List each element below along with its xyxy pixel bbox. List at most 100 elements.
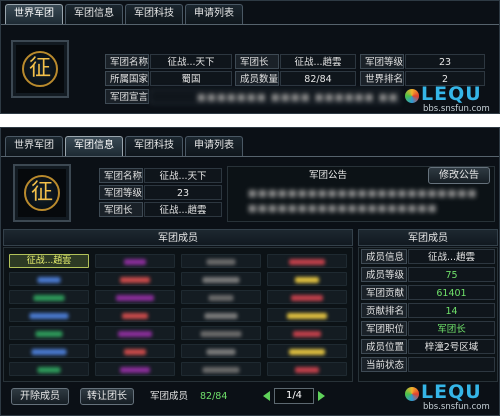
member-cell[interactable] [181, 362, 261, 376]
member-name-blurred [120, 277, 150, 283]
member-name-blurred [37, 277, 61, 283]
next-page-icon[interactable] [318, 391, 325, 401]
tab-divider-2 [1, 156, 499, 157]
member-count-label: 成员数量 [235, 71, 279, 86]
tab-application-list[interactable]: 申请列表 [185, 4, 243, 24]
member-cell[interactable] [181, 254, 261, 268]
member-name-blurred [202, 277, 240, 283]
member-name-blurred [200, 331, 242, 337]
legion-leader-value: 征战...趙雲 [280, 54, 356, 69]
member-cell[interactable] [181, 344, 261, 358]
edit-notice-button[interactable]: 修改公告 [428, 167, 490, 184]
legion-name-label: 军团名称 [105, 54, 149, 69]
kick-member-button[interactable]: 开除成员 [11, 388, 69, 405]
member-info-label: 贡献排名 [361, 303, 407, 318]
member-cell[interactable] [95, 362, 175, 376]
tab-world-legion[interactable]: 世界军团 [5, 136, 63, 156]
tab-legion-tech[interactable]: 军团科技 [125, 136, 183, 156]
member-cell[interactable] [267, 272, 347, 286]
member-cell[interactable] [95, 254, 175, 268]
member-cell[interactable] [267, 344, 347, 358]
tab-world-legion[interactable]: 世界军团 [5, 4, 63, 24]
member-name-blurred [120, 367, 150, 373]
member-cell[interactable] [9, 344, 89, 358]
member-name-blurred [208, 295, 234, 301]
member-cell[interactable] [181, 290, 261, 304]
member-name-blurred [291, 295, 323, 301]
emblem-character: 征 [28, 56, 51, 81]
member-cell[interactable] [267, 290, 347, 304]
lequ-watermark: LEQU bbs.snsfun.com [403, 83, 499, 114]
member-cell[interactable] [9, 272, 89, 286]
member-cell[interactable] [267, 254, 347, 268]
member-info-label: 军团贡献 [361, 285, 407, 300]
legion-name-value: 征战...天下 [150, 54, 232, 69]
country-label: 所属国家 [105, 71, 149, 86]
member-cell[interactable] [267, 326, 347, 340]
member-info-label: 军团职位 [361, 321, 407, 336]
member-name-blurred [289, 259, 325, 265]
member-name-blurred [293, 331, 321, 337]
tab-legion-info[interactable]: 军团信息 [65, 4, 123, 24]
member-cell[interactable] [95, 272, 175, 286]
watermark-logo-text: LEQU [421, 381, 482, 403]
member-cell[interactable] [181, 326, 261, 340]
member-cell[interactable] [9, 326, 89, 340]
member-cell[interactable] [95, 290, 175, 304]
member-name-blurred [29, 313, 69, 319]
member-info-value: 75 [408, 267, 495, 282]
member-name-blurred [31, 349, 67, 355]
legion-info-panel: 世界军团 军团信息 军团科技 申请列表 征 军团名称 征战...天下 军团等级 … [0, 127, 500, 416]
tab-legion-tech[interactable]: 军团科技 [125, 4, 183, 24]
watermark-url: bbs.snsfun.com [423, 402, 490, 412]
member-name-blurred [289, 349, 325, 355]
member-name-blurred [116, 295, 154, 301]
world-legion-panel: 世界军团 军团信息 军团科技 申请列表 征 军团名称 征战...天下 军团长 征… [0, 0, 500, 114]
member-name-blurred [202, 367, 240, 373]
member-info-header: 军团成员 [358, 229, 498, 246]
member-info-value: 梓潼2号区域 [408, 339, 495, 354]
watermark-url: bbs.snsfun.com [423, 104, 490, 114]
legion-name-value: 征战...天下 [144, 168, 222, 183]
member-cell[interactable] [267, 308, 347, 322]
legion-emblem-2: 征 [13, 164, 71, 222]
member-name-blurred [37, 367, 61, 373]
transfer-leader-button[interactable]: 转让团长 [80, 388, 134, 405]
member-info-label: 成员信息 [361, 249, 407, 264]
legion-level-value: 23 [144, 185, 222, 200]
member-cell[interactable] [95, 308, 175, 322]
member-cell[interactable] [181, 272, 261, 286]
member-name-blurred [33, 295, 65, 301]
tab-application-list[interactable]: 申请列表 [185, 136, 243, 156]
motto-value: ■■■■■■■ ■■■■ ■■■■■■ ■■■■■■■■ ■■■■■ [150, 89, 400, 104]
prev-page-icon[interactable] [263, 391, 270, 401]
legion-name-label: 军团名称 [99, 168, 143, 183]
notice-text-line-2: ■■■■■■■■■■■■■■■■■■■ [248, 203, 438, 214]
notice-title: 军团公告 [308, 170, 347, 181]
tab-legion-info[interactable]: 军团信息 [65, 136, 123, 156]
lequ-logo-icon [405, 387, 419, 401]
member-cell[interactable] [95, 326, 175, 340]
member-cell[interactable] [9, 290, 89, 304]
member-cell-selected[interactable]: 征战...趙雲 [9, 254, 89, 268]
motto-label: 军团宣言 [105, 89, 149, 104]
member-name-blurred [122, 313, 148, 319]
member-info-value: 军团长 [408, 321, 495, 336]
legion-leader-label: 军团长 [99, 202, 143, 217]
member-cell[interactable] [181, 308, 261, 322]
member-count-value: 82/84 [280, 71, 356, 86]
member-name-blurred [206, 259, 236, 265]
member-info-label: 成员位置 [361, 339, 407, 354]
member-cell[interactable] [9, 362, 89, 376]
emblem-character: 征 [30, 180, 53, 205]
member-cell[interactable] [267, 362, 347, 376]
member-name-blurred [206, 349, 236, 355]
legion-level-value: 23 [405, 54, 485, 69]
member-list-header: 军团成员 [3, 229, 353, 246]
member-cell[interactable] [9, 308, 89, 322]
member-cell[interactable] [95, 344, 175, 358]
tab-divider [1, 24, 499, 25]
legion-leader-value: 征战...趙雲 [144, 202, 222, 217]
lequ-logo-icon [405, 89, 419, 103]
member-info-value [408, 357, 495, 372]
